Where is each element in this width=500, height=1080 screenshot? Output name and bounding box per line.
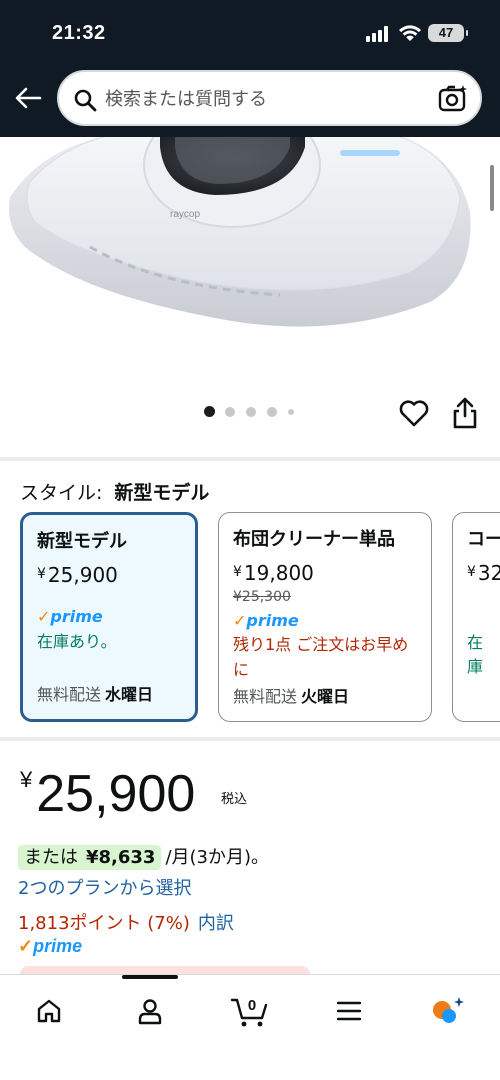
wishlist-heart-icon[interactable] (398, 397, 430, 429)
main-price: ¥25,900 (20, 765, 196, 823)
search-bar[interactable] (57, 70, 482, 126)
cellular-signal-icon (366, 26, 390, 42)
share-icon[interactable] (450, 396, 480, 430)
points-value: 1,813ポイント (7%) (18, 913, 190, 934)
points-breakdown-link[interactable]: 内訳 (198, 913, 234, 934)
style-option-price: ¥25,900 (37, 563, 118, 587)
wifi-icon (399, 25, 421, 41)
style-option-new-model[interactable]: 新型モデル ¥25,900 ✓prime 在庫あり。 無料配送 水曜日 (20, 512, 198, 722)
carousel-dot (267, 407, 277, 417)
installment-info: または ¥8,633/月(3か月)。 (18, 843, 269, 870)
prime-check-icon: ✓ (18, 936, 34, 956)
bottom-navigation: 0 (0, 974, 500, 1080)
carousel-dot (225, 407, 235, 417)
prime-check-icon: ✓ (37, 607, 51, 626)
camera-search-icon[interactable] (438, 84, 468, 114)
style-label: スタイル: (20, 482, 103, 504)
home-icon (37, 999, 61, 1023)
prime-check-icon: ✓ (233, 611, 247, 630)
nav-account[interactable] (130, 991, 170, 1031)
stock-status: 在庫あり。 (37, 632, 117, 651)
page-scrollbar[interactable] (490, 165, 494, 211)
nav-menu[interactable] (329, 991, 369, 1031)
installment-plans-link[interactable]: 2つのプランから選択 (18, 874, 191, 900)
rufus-assistant-icon (433, 997, 464, 1023)
account-icon (138, 999, 162, 1025)
cart-count: 0 (248, 997, 256, 1014)
section-divider (0, 737, 500, 741)
style-option-list-price: ¥25,300 (233, 589, 291, 605)
cart-icon: 0 (230, 997, 268, 1027)
svg-text:raycop: raycop (170, 209, 200, 220)
status-time: 21:32 (52, 22, 106, 44)
style-option-price: ¥32 (467, 561, 500, 585)
style-selected-value: 新型モデル (114, 482, 210, 504)
prime-badge: ✓prime (37, 607, 103, 626)
style-option-name: 新型モデル (37, 531, 127, 552)
search-input[interactable] (105, 82, 425, 116)
style-selector-header: スタイル: 新型モデル (20, 478, 209, 505)
style-option-name: コー (467, 529, 500, 550)
nav-home[interactable] (29, 991, 69, 1031)
shipping-info: 無料配送 火曜日 (233, 687, 350, 706)
section-divider (0, 457, 500, 461)
nav-cart[interactable]: 0 (228, 991, 272, 1031)
top-bar: 21:32 47 (0, 0, 500, 137)
carousel-dot (246, 407, 256, 417)
carousel-dot-active (204, 406, 215, 417)
points-info: 1,813ポイント (7%) 内訳 (18, 909, 234, 935)
status-bar: 21:32 47 (0, 20, 500, 48)
style-option-third[interactable]: コー ¥32 在庫 (452, 512, 500, 722)
active-tab-indicator (122, 975, 178, 979)
carousel-dot (288, 409, 294, 415)
style-option-price: ¥19,800 (233, 561, 314, 585)
installment-highlight: または ¥8,633 (18, 845, 162, 870)
stock-status: 残り1点 ご注文はお早めに (233, 635, 409, 679)
prime-badge: ✓prime (18, 936, 83, 956)
battery-indicator: 47 (428, 24, 468, 42)
back-arrow-icon (15, 87, 42, 109)
stock-status: 在庫 (467, 633, 484, 676)
tax-label: 税込 (221, 792, 248, 807)
menu-icon (336, 1001, 362, 1021)
nav-rufus-assistant[interactable] (428, 991, 468, 1031)
style-option-name: 布団クリーナー単品 (233, 529, 395, 550)
search-icon (74, 89, 97, 112)
shipping-info: 無料配送 水曜日 (37, 685, 154, 704)
prime-badge: ✓prime (233, 611, 299, 630)
back-button[interactable] (12, 82, 44, 114)
style-option-futon-cleaner[interactable]: 布団クリーナー単品 ¥19,800 ¥25,300 ✓prime 残り1点 ご注… (218, 512, 432, 722)
